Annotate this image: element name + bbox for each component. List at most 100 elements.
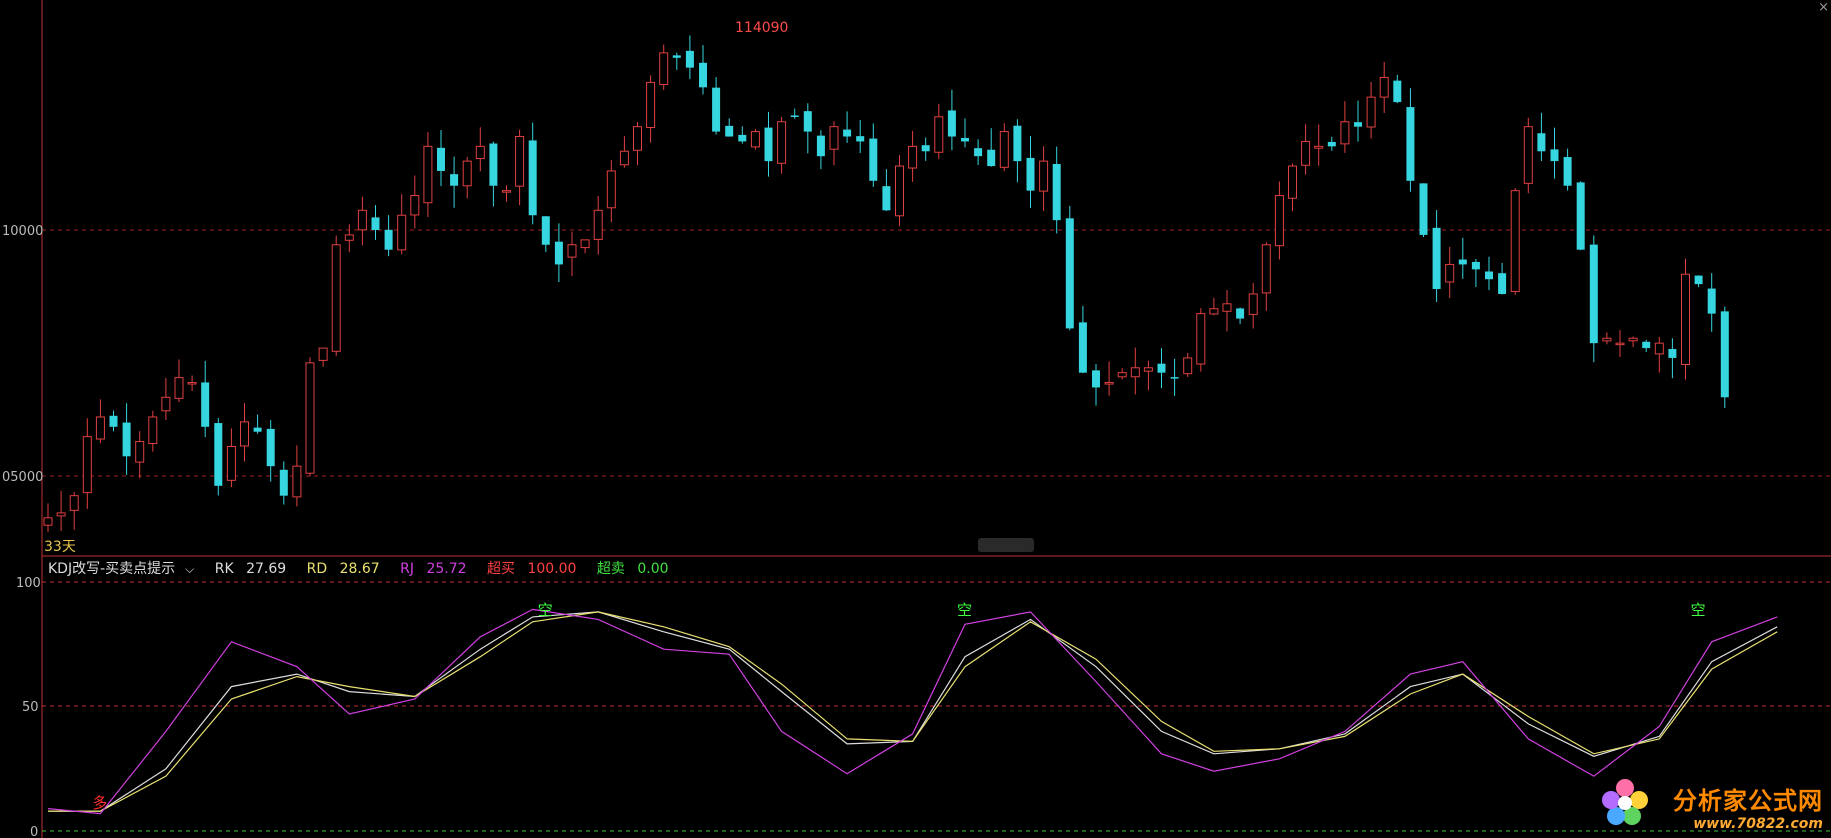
candle: [174, 359, 184, 403]
candle: [1379, 61, 1389, 113]
candle: [1550, 127, 1559, 179]
overbuy-value: 超买 100.00: [487, 561, 577, 577]
candle: [895, 155, 904, 227]
candle: [606, 160, 616, 223]
candle: [344, 224, 354, 253]
rj-value: RJ 25.72: [400, 561, 467, 577]
candle: [462, 156, 472, 199]
close-icon[interactable]: ×: [1818, 0, 1829, 15]
candle: [712, 77, 721, 135]
candle: [1078, 305, 1087, 374]
candle: [1236, 307, 1245, 325]
kdj-line-rd: [48, 611, 1778, 812]
candle: [1261, 242, 1271, 311]
max-price-label: 114090: [735, 20, 788, 36]
candle: [1419, 183, 1428, 238]
candle: [1157, 348, 1166, 389]
candle: [148, 410, 158, 452]
indicator-name: KDJ改写-买卖点提示: [48, 561, 176, 577]
candle: [1327, 136, 1336, 151]
candle: [672, 52, 681, 70]
candle: [593, 195, 603, 255]
candle: [423, 132, 433, 218]
candle: [187, 375, 197, 391]
blurred-tag: [978, 538, 1034, 552]
candle: [843, 111, 852, 143]
candle: [646, 75, 656, 143]
candle: [1183, 352, 1193, 378]
sell-marker: 空: [957, 601, 972, 619]
candle: [1274, 181, 1284, 260]
candle: [240, 403, 249, 462]
candle: [1707, 273, 1716, 332]
candle: [725, 118, 734, 137]
candle: [331, 235, 341, 357]
candle: [56, 490, 66, 531]
y-tick-10000: 10000: [2, 224, 43, 239]
candle: [1117, 368, 1127, 380]
oversell-value: 超卖 0.00: [596, 561, 669, 577]
candle: [450, 156, 459, 208]
candle: [869, 123, 878, 187]
candle: [95, 399, 105, 444]
candle: [397, 194, 407, 255]
candle: [764, 111, 773, 177]
candle: [1143, 360, 1153, 391]
candle: [829, 121, 839, 166]
candle: [1366, 81, 1376, 139]
candle: [528, 122, 537, 225]
candle: [1393, 74, 1402, 104]
candle: [790, 108, 799, 119]
candle: [410, 175, 420, 229]
candle: [1510, 187, 1520, 295]
candle: [699, 45, 707, 95]
rk-value: RK 27.69: [214, 561, 287, 577]
candle: [1523, 117, 1533, 194]
buy-marker: 多: [92, 794, 107, 812]
ind-y-tick-0: 0: [30, 825, 38, 838]
chart-canvas: 10000 05000 100 50 0 114090 多 空 空 空: [2, 0, 1831, 838]
candle: [1654, 336, 1664, 373]
candle: [371, 205, 380, 240]
candle: [1628, 336, 1638, 347]
watermark-url: www.70822.com: [1693, 816, 1823, 832]
candle: [1222, 289, 1232, 332]
sell-marker: 空: [1691, 601, 1706, 619]
candle: [1681, 258, 1690, 380]
candle: [1498, 262, 1507, 295]
days-label: 33天: [44, 539, 76, 555]
rd-value: RD 28.67: [306, 561, 380, 577]
candle: [122, 403, 131, 476]
candle: [1104, 361, 1114, 396]
kdj-lines: [47, 608, 1778, 815]
watermark-brand: 分析家公式网: [1673, 787, 1823, 815]
candle: [1576, 181, 1585, 251]
candle: [856, 120, 865, 154]
candle: [1445, 246, 1455, 298]
candle: [1209, 297, 1219, 316]
candle: [999, 123, 1009, 172]
candle: [279, 461, 288, 505]
candle: [541, 216, 550, 252]
indicator-selector[interactable]: KDJ改写-买卖点提示 ⌵: [48, 561, 202, 577]
candle: [1196, 308, 1206, 372]
candle: [1354, 100, 1362, 142]
candle: [82, 418, 92, 509]
candle: [1248, 282, 1258, 329]
candle: [1052, 146, 1061, 234]
candle: [961, 118, 969, 148]
candle: [882, 169, 891, 211]
watermark: 分析家公式网 www.70822.com: [1673, 781, 1823, 832]
candle: [1602, 332, 1612, 345]
candle: [266, 420, 275, 482]
candle: [750, 128, 760, 150]
candle: [226, 428, 236, 488]
candle: [161, 378, 171, 421]
candle: [292, 445, 302, 507]
candle: [1589, 235, 1598, 363]
candle: [738, 126, 747, 144]
candle: [934, 103, 944, 160]
candle: [253, 414, 262, 434]
candle: [1485, 256, 1493, 291]
chevron-down-icon: ⌵: [185, 562, 195, 576]
